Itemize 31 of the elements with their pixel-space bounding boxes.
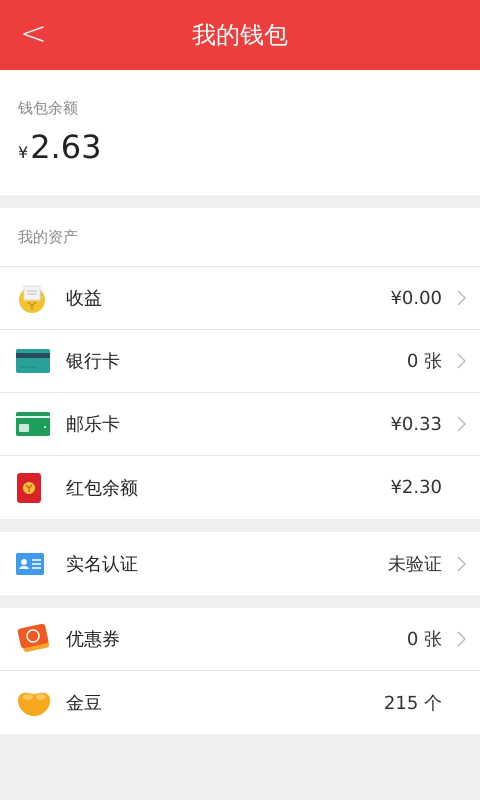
row-label: 收益 bbox=[66, 287, 103, 310]
list-row[interactable]: 银行卡 0 张 bbox=[0, 330, 480, 393]
list-row[interactable]: 金豆 215 个 bbox=[0, 671, 480, 734]
row-label: 金豆 bbox=[66, 692, 103, 714]
id-card-icon bbox=[16, 552, 44, 574]
balance-label: 钱包余额 bbox=[18, 99, 79, 118]
section-title: 我的资产 bbox=[18, 228, 78, 246]
row-value: 0 张 bbox=[406, 628, 442, 651]
row-value: ¥2.30 bbox=[390, 477, 442, 498]
page-title: 我的钱包 bbox=[192, 20, 288, 51]
row-label: 红包余额 bbox=[66, 476, 139, 500]
row-label: 银行卡 bbox=[66, 350, 121, 373]
list-row[interactable]: 实名认证 未验证 bbox=[0, 532, 480, 595]
row-label: 邮乐卡 bbox=[66, 413, 121, 436]
row-value: 0 张 bbox=[406, 350, 442, 373]
list-row[interactable]: 收益 ¥0.00 bbox=[0, 267, 480, 330]
card-icon bbox=[16, 411, 50, 437]
row-value: 215 个 bbox=[384, 692, 442, 714]
list-row[interactable]: 红包余额 ¥2.30 bbox=[0, 456, 480, 519]
list-row[interactable]: 邮乐卡 ¥0.33 bbox=[0, 393, 480, 456]
list-row[interactable]: 优惠券 0 张 bbox=[0, 608, 480, 671]
row-label: 实名认证 bbox=[66, 552, 139, 576]
card-icon bbox=[16, 348, 50, 374]
back-button[interactable]: < bbox=[14, 14, 53, 52]
balance-amount: 2.63 bbox=[30, 128, 102, 166]
envelope-icon bbox=[16, 472, 42, 504]
currency-symbol: ¥ bbox=[18, 143, 28, 162]
row-label: 优惠券 bbox=[66, 628, 121, 651]
row-value: ¥0.33 bbox=[390, 414, 442, 434]
row-value: 未验证 bbox=[388, 552, 442, 576]
row-value: ¥0.00 bbox=[390, 288, 442, 308]
